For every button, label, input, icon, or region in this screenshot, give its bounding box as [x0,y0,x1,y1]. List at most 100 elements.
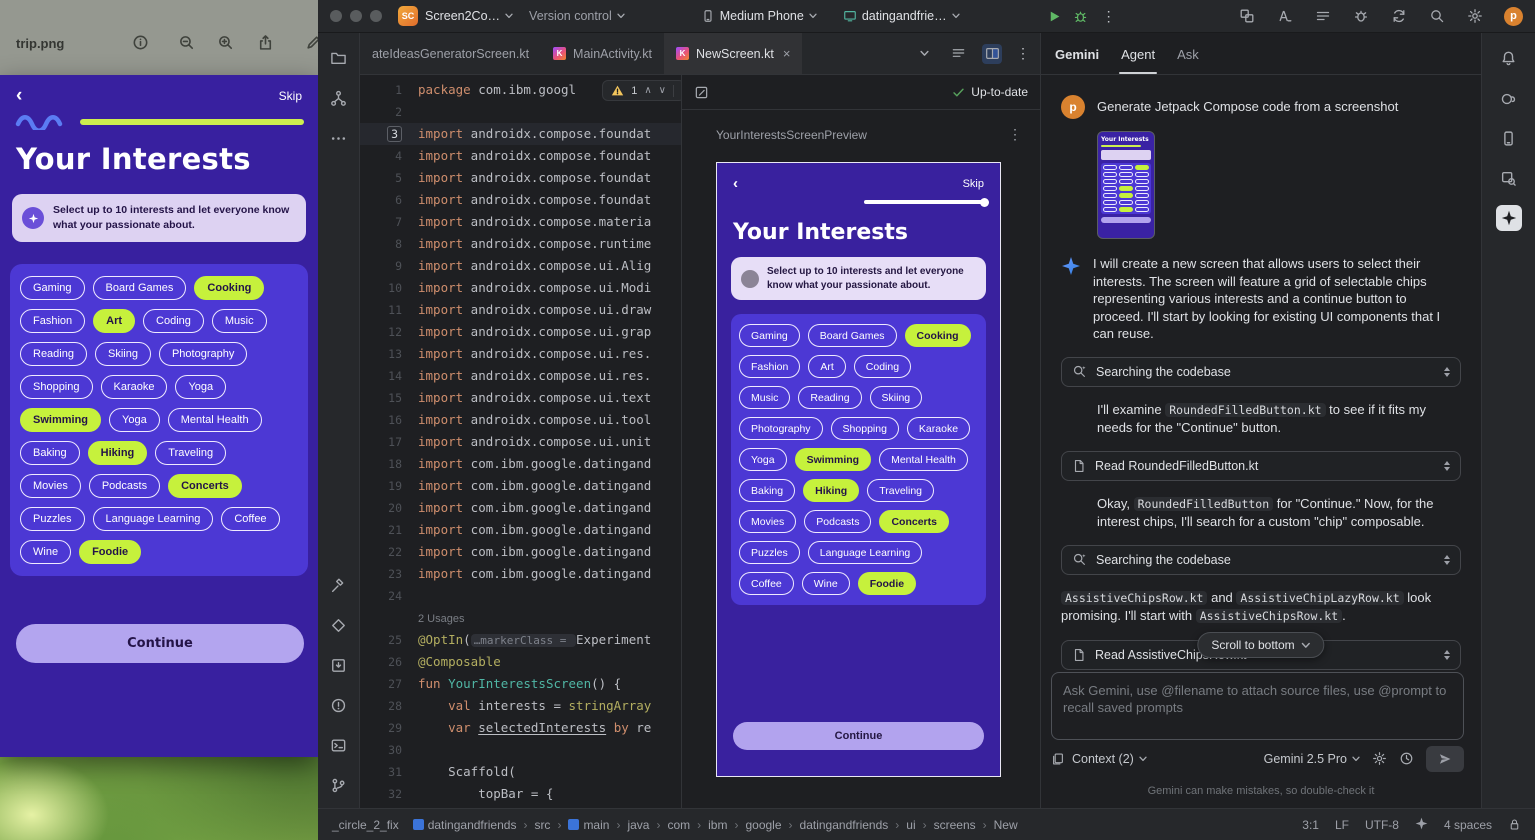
breadcrumb-item-new[interactable]: New [994,818,1018,832]
settings-gear-icon[interactable] [1466,7,1484,25]
expand-collapse-icon[interactable] [1444,650,1450,660]
breadcrumb-item-main[interactable]: main [568,818,609,832]
tab-options-icon[interactable]: ⋮ [1016,45,1030,62]
info-icon[interactable] [130,32,150,52]
tab-dateideasgeneratorscreen[interactable]: ateIdeasGeneratorScreen.kt [360,33,541,74]
interest-chip-shopping: Shopping [20,375,93,399]
breadcrumb-item-datingandfriends[interactable]: datingandfriends [800,818,889,832]
zoom-in-icon[interactable] [215,32,235,52]
problems-tool-icon[interactable] [326,692,352,718]
gemini-prompt-input[interactable] [1052,673,1463,739]
vcs-selector[interactable]: Version control [529,9,625,23]
debug-button[interactable] [1072,7,1090,25]
tool-card-read-file-1[interactable]: Read RoundedFilledButton.kt [1061,451,1461,481]
previous-problem-icon[interactable]: ∧ [644,85,651,96]
preview-phone-frame[interactable]: ‹ Skip Your Interests Select up to 10 in… [716,162,1001,777]
search-icon[interactable] [1428,7,1446,25]
gemini-tool-icon[interactable] [1496,205,1522,231]
model-selector[interactable]: Gemini 2.5 Pro [1264,752,1360,766]
code-editor[interactable]: 1package com.ibm.googl23import androidx.… [360,75,681,808]
traffic-light-minimize[interactable] [350,10,362,22]
history-icon[interactable] [1399,751,1414,766]
gradle-tool-icon[interactable] [1496,85,1522,111]
code-line: 10import androidx.compose.ui.Modi [360,277,681,299]
breadcrumb-item-datingandfriends[interactable]: datingandfriends [413,818,517,832]
next-problem-icon[interactable]: ∨ [659,85,666,96]
run-button[interactable] [1046,7,1064,25]
split-editor-icon[interactable] [982,44,1002,64]
breadcrumb-item-src[interactable]: src [534,818,550,832]
hidden-tabs-chevron-icon[interactable] [914,44,934,64]
version-control-tool-icon[interactable] [326,772,352,798]
edit-pencil-icon[interactable] [303,32,318,52]
inspection-widget[interactable]: 1 ∧ ∨ [602,80,681,101]
scroll-to-bottom-button[interactable]: Scroll to bottom [1197,632,1324,658]
zoom-out-icon[interactable] [176,32,196,52]
line-separator-indicator[interactable]: LF [1335,818,1349,832]
attached-screenshot-thumbnail[interactable]: Your Interests [1097,131,1155,239]
status-branch-label[interactable]: _circle_2_fix [332,818,399,832]
tool-card-search-1[interactable]: Searching the codebase [1061,357,1461,387]
traffic-light-zoom[interactable] [370,10,382,22]
tab-ask[interactable]: Ask [1177,47,1199,74]
breadcrumb-item-google[interactable]: google [745,818,781,832]
editor-view-mode-icon[interactable] [948,44,968,64]
interest-chip-puzzles: Puzzles [20,507,85,531]
readonly-lock-icon[interactable] [1508,818,1521,831]
device-manager-icon[interactable] [1496,125,1522,151]
indent-indicator[interactable]: 4 spaces [1444,818,1492,832]
project-tool-icon[interactable] [326,45,352,71]
project-selector[interactable]: Screen2Co… [425,9,513,23]
breadcrumb-item-java[interactable]: java [627,818,649,832]
app-inspection-icon[interactable] [1352,7,1370,25]
expand-collapse-icon[interactable] [1444,461,1450,471]
app-inspection-tool-icon[interactable] [1496,165,1522,191]
tool-card-search-2[interactable]: Searching the codebase [1061,545,1461,575]
interest-chip-board-games: Board Games [93,276,187,300]
line-number: 2 [360,101,416,123]
interest-chip-cooking: Cooking [905,324,971,347]
preview-canvas[interactable]: YourInterestsScreenPreview ⋮ ‹ Skip Your… [682,110,1040,807]
preview-ui-check-icon[interactable] [694,85,709,100]
app-quality-insights-icon[interactable] [326,612,352,638]
tab-newscreen[interactable]: K NewScreen.kt × [664,33,802,74]
tab-mainactivity[interactable]: K MainActivity.kt [541,33,664,74]
breadcrumb-item-ui[interactable]: ui [906,818,915,832]
tab-close-icon[interactable]: × [783,46,791,61]
structure-tool-icon[interactable] [326,85,352,111]
context-attach-icon[interactable] [1051,752,1065,766]
interest-chip-hiking: Hiking [88,441,148,465]
encoding-indicator[interactable]: UTF-8 [1365,818,1399,832]
breadcrumb-item-screens[interactable]: screens [934,818,976,832]
notifications-icon[interactable] [1496,45,1522,71]
sync-project-icon[interactable] [1390,7,1408,25]
ai-status-spark-icon[interactable] [1415,817,1428,833]
build-tool-icon[interactable] [326,572,352,598]
expand-collapse-icon[interactable] [1444,555,1450,565]
more-tool-windows-icon[interactable] [326,125,352,151]
expand-collapse-icon[interactable] [1444,367,1450,377]
layout-inspector-icon[interactable] [1238,7,1256,25]
user-avatar[interactable]: p [1504,7,1523,26]
send-button[interactable] [1426,746,1464,772]
breadcrumb-item-com[interactable]: com [667,818,690,832]
share-icon[interactable] [255,32,275,52]
resource-manager-icon[interactable] [326,652,352,678]
breadcrumb-item-ibm[interactable]: ibm [708,818,727,832]
quicklook-titlebar[interactable]: trip.png [0,0,318,75]
preview-name-label[interactable]: YourInterestsScreenPreview [716,128,867,142]
tab-agent[interactable]: Agent [1121,47,1155,74]
context-selector[interactable]: Context (2) [1072,752,1147,766]
caret-position[interactable]: 3:1 [1302,818,1319,832]
run-target-selector[interactable]: datingandfrie… [843,9,960,23]
traffic-light-close[interactable] [330,10,342,22]
terminal-tool-icon[interactable] [326,732,352,758]
logcat-icon[interactable] [1314,7,1332,25]
chip-row: PuzzlesLanguage Learning [739,541,978,564]
device-selector[interactable]: Medium Phone [701,9,817,23]
gemini-settings-icon[interactable] [1372,751,1387,766]
live-edit-icon[interactable] [1276,7,1294,25]
run-more-options-icon[interactable]: ⋮ [1102,8,1116,25]
code-line: 17import androidx.compose.ui.unit [360,431,681,453]
preview-options-icon[interactable]: ⋮ [1008,126,1022,143]
